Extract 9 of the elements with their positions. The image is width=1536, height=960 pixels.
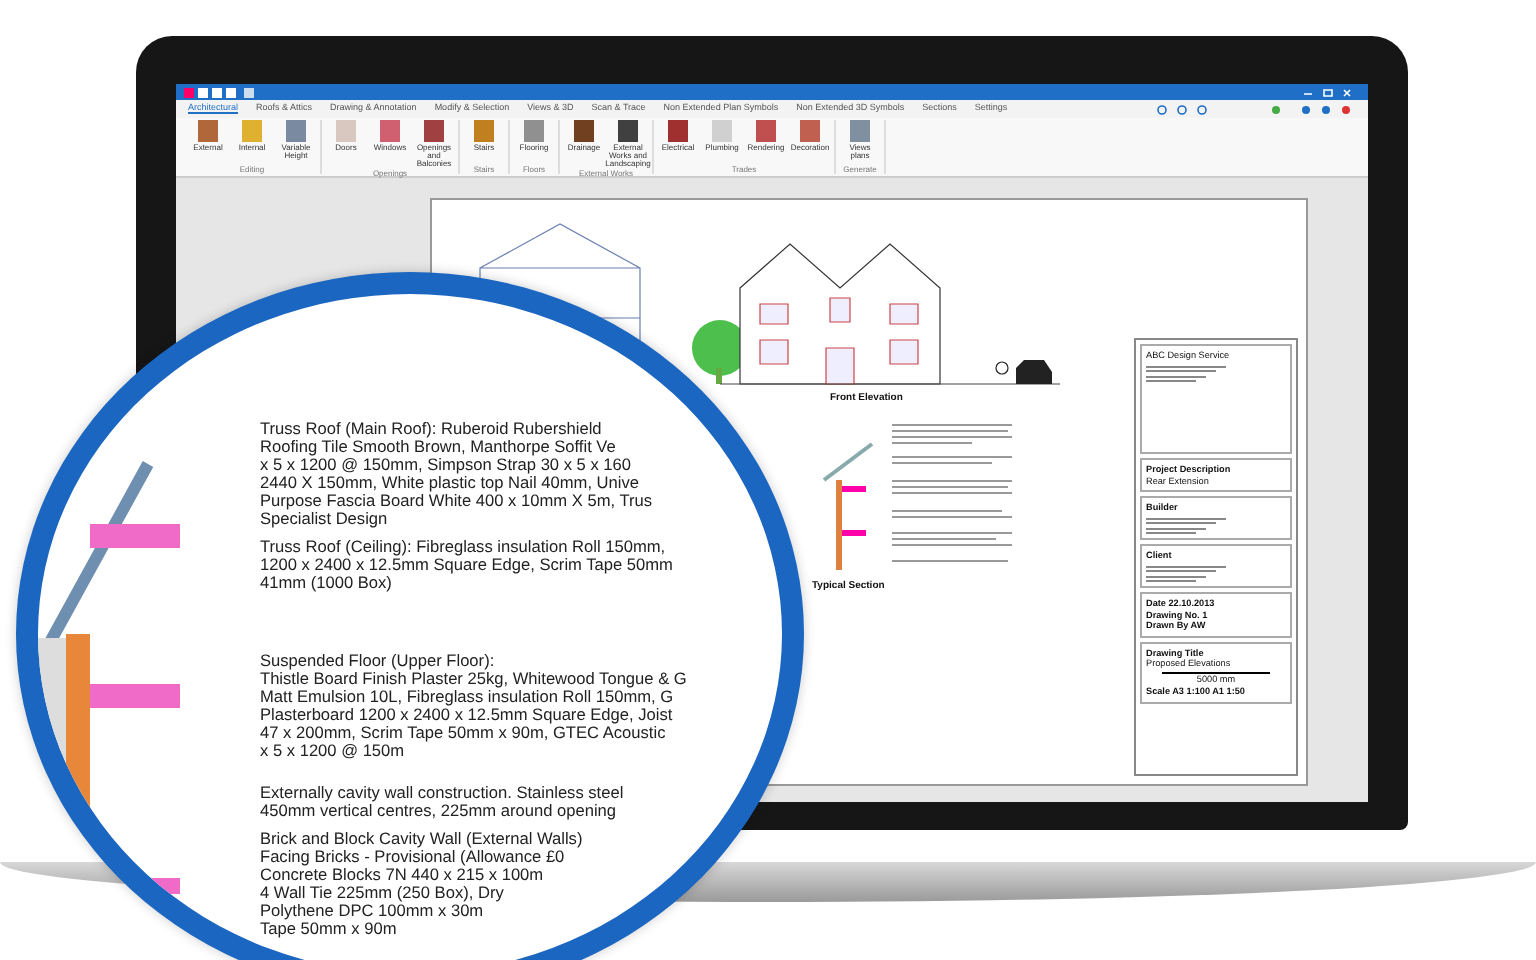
- text-lines-drawing: [1146, 365, 1226, 382]
- specification-paragraph: Brick and Block Cavity Wall (External Walls) Facing Bricks - Provisional (Allowance £0 Concrete Blocks 7N 440 x 215 x 100m 4 Wall Tie 225mm (250 Box), Dry Polythene DPC 100mm x 30m Tape 50mm x 90m: [260, 830, 585, 938]
- toolbar-icons[interactable]: [1156, 103, 1356, 115]
- text-lines-drawing: [1146, 517, 1226, 534]
- specification-paragraph: Suspended Floor (Upper Floor): Thistle Board Finish Plaster 25kg, Whitewood Tongue & G Matt Emulsion 10L, Fibreglass insulation Roll 150mm, G Plasterboard 1200 x 2400 x 12.5mm Square Edge, Joist 47 x 200mm, Scrim Tape 50mm x 90m, GTEC Acoustic x 5 x 1200 @ 150m: [260, 652, 687, 760]
- specification-paragraph: Externally cavity wall construction. Stainless steel 450mm vertical centres, 225mm around opening: [260, 784, 626, 820]
- specification-paragraph: Truss Roof (Ceiling): Fibreglass insulation Roll 150mm, 1200 x 2400 x 12.5mm Square Edge, Scrim Tape 50mm 41mm (1000 Box): [260, 538, 675, 592]
- specification-paragraph: Truss Roof (Main Roof): Ruberoid Rubershield Roofing Tile Smooth Brown, Manthorpe Soffit Ve x 5 x 1200 @ 150mm, Simpson Strap 30 x 5 x 160 2440 X 150mm, White plastic top Nail 40mm, Unive Purpose Fascia Board White 400 x 10mm X 5m, Trus Specialist Design: [260, 420, 654, 528]
- text-lines-drawing: [1146, 565, 1226, 582]
